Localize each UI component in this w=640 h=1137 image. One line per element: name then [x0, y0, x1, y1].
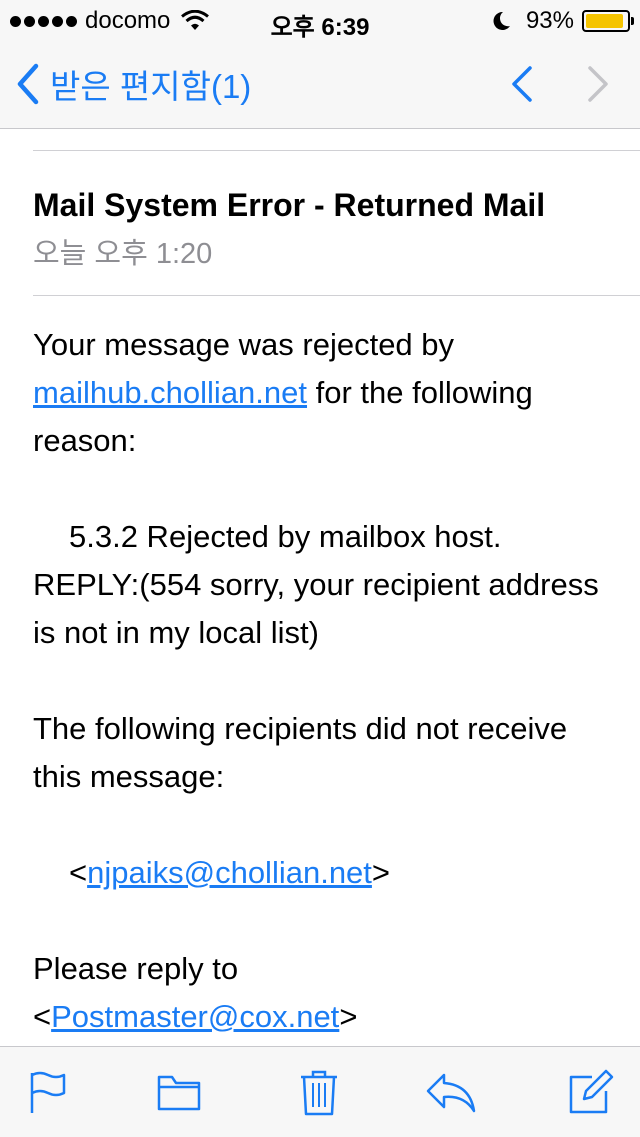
body-paragraph: Please reply to — [33, 951, 239, 986]
postmaster-email-link[interactable]: Postmaster@cox.net — [51, 999, 339, 1034]
flag-icon — [30, 1071, 66, 1113]
back-button-label: 받은 편지함(1) — [50, 68, 252, 105]
next-message-button[interactable] — [578, 62, 618, 106]
flag-button[interactable] — [28, 1069, 68, 1115]
postmaster-line: <Postmaster@cox.net> — [33, 999, 358, 1034]
trash-icon — [301, 1070, 337, 1116]
battery-percent: 93% — [525, 7, 574, 34]
chevron-left-icon — [17, 63, 39, 105]
battery-icon — [582, 10, 634, 32]
reply-icon — [426, 1073, 476, 1113]
body-paragraph: Your message was rejected by mailhub.cho… — [33, 327, 533, 458]
divider — [33, 150, 640, 151]
previous-message-button[interactable] — [502, 62, 542, 106]
status-bar: docomo 오후 6:39 93% — [0, 0, 640, 41]
recipient-line: <njpaiks@chollian.net> — [69, 855, 391, 890]
body-paragraph: 5.3.2 Rejected by mailbox host. — [69, 519, 502, 554]
nav-bar: 받은 편지함(1) — [0, 40, 640, 129]
email-body: Your message was rejected by mailhub.cho… — [33, 321, 623, 1041]
recipient-email-link[interactable]: njpaiks@chollian.net — [87, 855, 372, 890]
compose-icon — [569, 1069, 614, 1114]
battery-level-fill — [586, 14, 623, 28]
email-date: 오늘 오후 1:20 — [33, 238, 213, 270]
moon-icon — [493, 11, 510, 30]
delete-button[interactable] — [299, 1069, 339, 1117]
body-paragraph: The following recipients did not receive… — [33, 711, 568, 794]
body-paragraph: REPLY:(554 sorry, your recipient address… — [33, 567, 599, 650]
compose-button[interactable] — [568, 1069, 614, 1115]
email-subject: Mail System Error - Returned Mail — [33, 187, 546, 223]
back-button[interactable]: 받은 편지함(1) — [14, 60, 251, 108]
bottom-toolbar — [0, 1046, 640, 1137]
reply-button[interactable] — [424, 1069, 478, 1115]
folder-icon — [157, 1075, 201, 1111]
mailhub-link[interactable]: mailhub.chollian.net — [33, 375, 307, 410]
divider — [33, 295, 640, 296]
move-to-folder-button[interactable] — [156, 1069, 202, 1115]
status-right: 93% — [490, 7, 634, 35]
email-content[interactable]: Mail System Error - Returned Mail 오늘 오후 … — [0, 129, 640, 1046]
